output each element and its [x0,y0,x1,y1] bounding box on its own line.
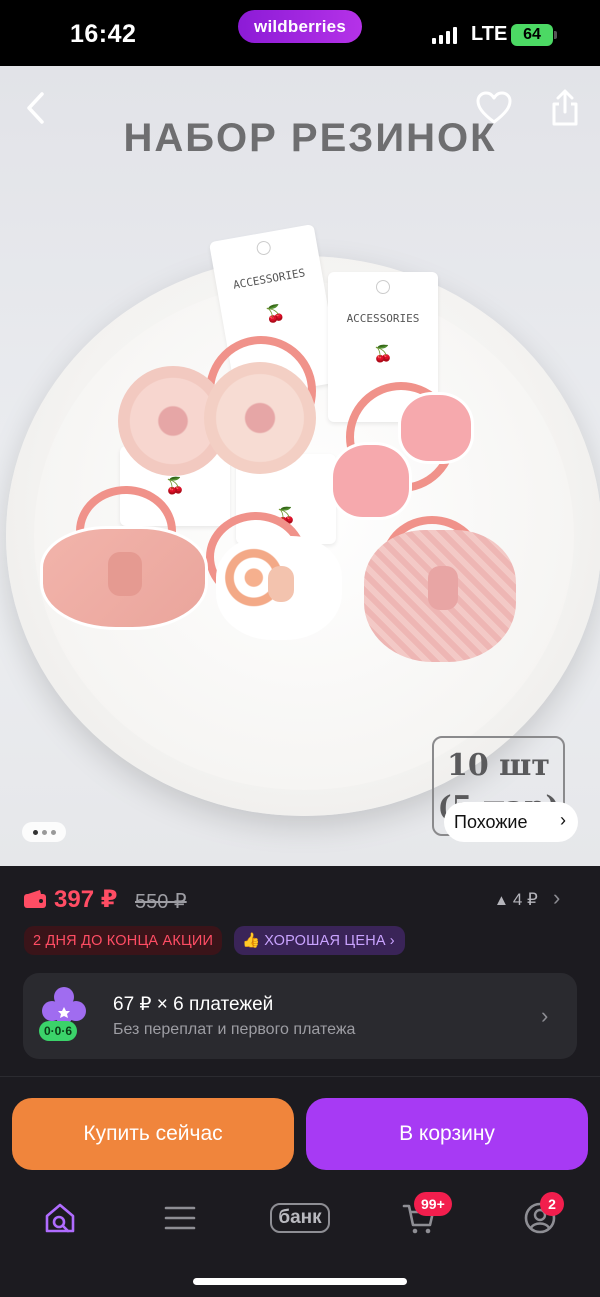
sale-countdown-badge: 2 ДНЯ ДО КОНЦА АКЦИИ [24,926,223,955]
battery-level: 64 [523,26,541,43]
thumbs-up-icon: 👍 [242,933,261,949]
pager-dot [50,829,56,835]
bunny-clip [330,442,412,520]
bunny-clip [398,392,474,464]
pager-dot [41,829,47,835]
share-icon[interactable] [545,88,585,128]
back-icon[interactable] [18,88,58,128]
image-pager [22,822,66,842]
installment-card[interactable]: 0·0·6 67 ₽ × 6 платежей Без переплат и п… [23,973,577,1059]
wallet-icon [24,890,46,908]
battery-icon: 64 [511,24,557,46]
home-search-icon [45,1203,75,1233]
tab-bank[interactable]: банк [264,1196,336,1240]
installment-schedule: 0·0·6 [39,1021,78,1041]
bow-clip [268,566,294,602]
chevron-right-icon: › [560,810,566,830]
clover-icon: 0·0·6 [39,985,89,1043]
current-price: 397 ₽ [54,886,118,913]
good-price-label: ХОРОШАЯ ЦЕНА [264,932,386,949]
quantity-line-1: 10 шт [446,748,551,783]
old-price: 550 ₽ [135,891,187,913]
chevron-right-icon: › [541,1003,549,1028]
add-to-cart-button[interactable]: В корзину [306,1098,588,1170]
brand-pill[interactable]: wildberries [238,10,362,43]
product-image-gallery[interactable]: ACCESSORIES 🍒 ACCESSORIES 🍒 🍒 🍒 НАБОР РЕЗИ… [0,66,600,866]
chevron-right-icon[interactable]: › [553,885,560,911]
bank-label: банк [270,1203,330,1233]
installment-subtitle: Без переплат и первого платежа [113,1021,356,1038]
installment-title: 67 ₽ × 6 платежей [113,994,274,1015]
profile-count-badge: 2 [540,1192,564,1216]
cart-count-badge: 99+ [414,1192,452,1216]
tab-catalog[interactable] [150,1196,210,1240]
chevron-right-icon: › [389,932,395,949]
product-info: 397 ₽ 550 ₽ ▲ 4 ₽ › 2 ДНЯ ДО КОНЦА АКЦИИ… [0,866,600,1076]
favorite-heart-icon[interactable] [474,88,514,128]
cashback-amount: 4 ₽ [512,890,538,909]
buy-now-button[interactable]: Купить сейчас [12,1098,294,1170]
status-time: 16:42 [70,20,137,48]
good-price-badge[interactable]: 👍 ХОРОШАЯ ЦЕНА › [234,926,405,955]
signal-icon [432,27,457,44]
tab-home[interactable] [30,1196,90,1240]
triangle-up-icon: ▲ [494,891,509,909]
menu-icon [164,1206,196,1230]
status-bar: 16:42 wildberries LTE 64 [0,0,600,66]
tab-bar: банк 99+ 2 [0,1182,600,1297]
bow-clip [428,566,458,610]
similar-label: Похожие [454,811,528,832]
bow-clip [108,552,142,596]
home-indicator [193,1278,407,1285]
similar-button[interactable]: Похожие › [444,802,578,842]
flower-scrunchie [204,362,316,474]
network-label: LTE [471,23,508,45]
pager-dot-active [32,829,38,835]
action-bar: Купить сейчас В корзину [0,1076,600,1182]
cashback[interactable]: ▲ 4 ₽ [494,890,538,910]
